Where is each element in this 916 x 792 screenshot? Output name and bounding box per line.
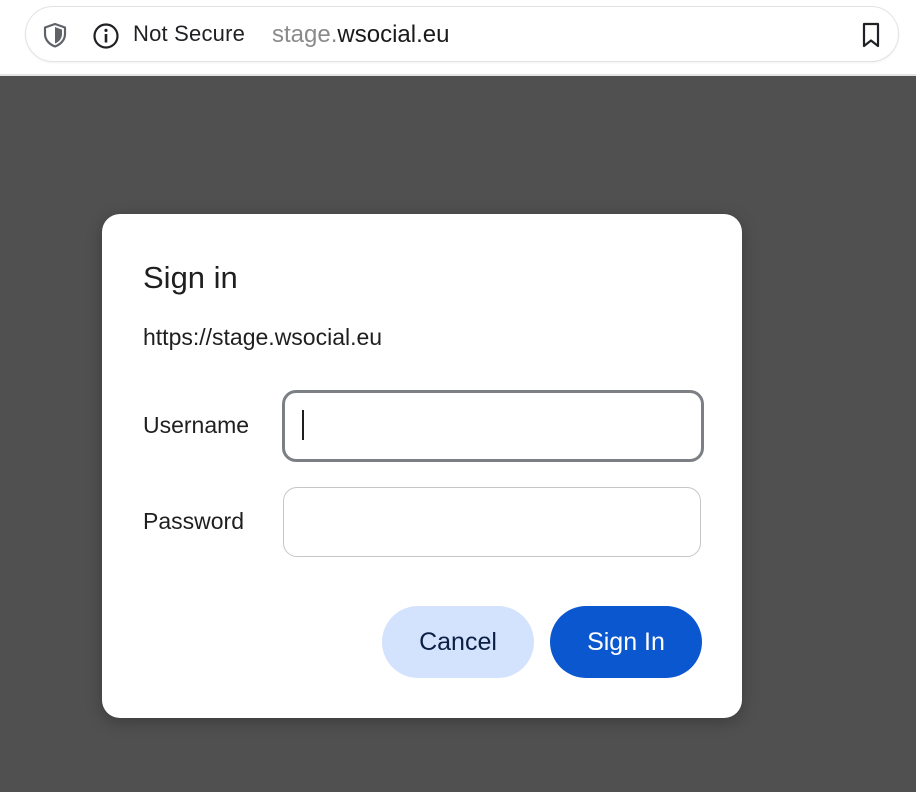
info-icon[interactable] [92,22,120,50]
url-domain: wsocial.eu [337,21,450,48]
sign-in-dialog: Sign in https://stage.wsocial.eu Usernam… [102,214,742,718]
address-bar[interactable]: Not Secure stage.wsocial.eu [25,6,899,62]
url-subdomain: stage. [272,21,338,48]
password-input[interactable] [283,487,701,557]
text-caret [302,410,304,440]
username-label: Username [143,412,250,438]
password-label: Password [143,508,244,534]
shield-icon[interactable] [42,22,68,48]
dialog-title: Sign in [143,260,238,295]
security-status-label[interactable]: Not Secure [133,21,245,47]
browser-toolbar: Not Secure stage.wsocial.eu [0,0,916,76]
cancel-button[interactable]: Cancel [382,606,534,678]
sign-in-button[interactable]: Sign In [550,606,702,678]
dialog-origin: https://stage.wsocial.eu [143,324,383,350]
bookmark-icon[interactable] [860,21,882,49]
url-text[interactable]: stage.wsocial.eu [272,21,449,49]
username-input[interactable] [282,390,704,462]
